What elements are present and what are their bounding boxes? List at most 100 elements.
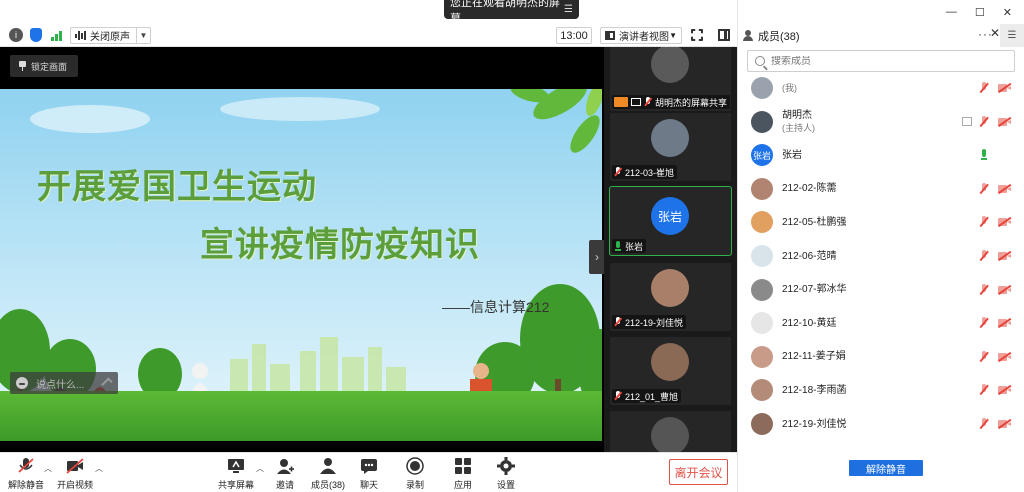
camera-off-icon[interactable] bbox=[997, 284, 1012, 295]
invite-button[interactable]: 邀请 bbox=[276, 457, 294, 491]
minimize-icon[interactable]: — bbox=[946, 6, 957, 19]
member-name: 张岩 bbox=[782, 149, 802, 161]
info-icon[interactable]: i bbox=[9, 28, 23, 42]
thumbnail-screen-share[interactable]: 胡明杰的屏幕共享 bbox=[610, 47, 731, 111]
maximize-icon[interactable]: ☐ bbox=[975, 6, 985, 19]
mic-muted-icon[interactable] bbox=[979, 317, 989, 329]
fullscreen-icon[interactable] bbox=[691, 29, 703, 41]
member-row[interactable]: 212-18-李雨菡 bbox=[738, 373, 1024, 407]
lock-view-label: 锁定画面 bbox=[31, 61, 68, 72]
mic-muted-icon[interactable] bbox=[979, 115, 989, 128]
slash-mark bbox=[997, 418, 1012, 429]
member-info: 212-05-杜鹏强 bbox=[782, 216, 846, 229]
slide-title-line-2: 宣讲疫情防疫知识 bbox=[200, 225, 480, 265]
mic-muted-icon[interactable] bbox=[979, 82, 989, 94]
pin-icon bbox=[18, 61, 27, 71]
viewing-banner[interactable]: 您正在观看胡明杰的屏幕 ☰ bbox=[444, 0, 579, 25]
close-panel-icon[interactable]: ✕ bbox=[990, 26, 1000, 40]
member-row[interactable]: 212-07-郭冰华 bbox=[738, 273, 1024, 307]
signal-icon[interactable] bbox=[51, 29, 62, 41]
start-video-label: 开启视频 bbox=[57, 480, 94, 490]
mic-muted-icon[interactable] bbox=[979, 384, 989, 396]
avatar bbox=[751, 379, 773, 402]
camera-off-icon[interactable] bbox=[997, 183, 1012, 194]
camera-off-icon[interactable] bbox=[997, 82, 1012, 93]
mic-muted-icon[interactable] bbox=[979, 216, 989, 228]
panel-menu-icon[interactable]: ☰ bbox=[1000, 24, 1024, 47]
members-button[interactable]: 成员(38) bbox=[311, 457, 345, 491]
thumbnail-participant[interactable] bbox=[610, 411, 731, 452]
camera-off-icon[interactable] bbox=[997, 418, 1012, 429]
avatar bbox=[651, 417, 689, 452]
thumbnail-participant[interactable]: 212-03-崔旭 bbox=[610, 113, 731, 181]
leave-meeting-button[interactable]: 离开会议 bbox=[669, 459, 728, 485]
camera-off-icon[interactable] bbox=[997, 217, 1012, 228]
original-sound-button[interactable]: 关闭原声 ▼ bbox=[70, 27, 151, 44]
thumbnail-name-bar: 212-19-刘佳悦 bbox=[612, 315, 687, 329]
menu-icon[interactable]: ☰ bbox=[564, 4, 573, 15]
window-controls: — ☐ ✕ bbox=[946, 6, 1012, 19]
meeting-area: 您正在观看胡明杰的屏幕 ☰ i 关闭原声 ▼ 13:00 演讲者视图 ▼ 锁定画… bbox=[0, 0, 737, 492]
avatar bbox=[651, 343, 689, 381]
member-row[interactable]: 212-06-范晴 bbox=[738, 239, 1024, 273]
member-row[interactable]: (我) bbox=[738, 71, 1024, 105]
thumbnail-participant[interactable]: 212_01_曹旭 bbox=[610, 337, 731, 405]
camera-off-icon[interactable] bbox=[997, 116, 1012, 127]
chevron-up-icon[interactable]: ︿ bbox=[44, 463, 52, 474]
shield-icon[interactable] bbox=[30, 28, 42, 42]
member-search[interactable] bbox=[747, 50, 1015, 72]
slide-title-line-1: 开展爱国卫生运动 bbox=[37, 167, 317, 207]
mic-muted-icon[interactable] bbox=[979, 418, 989, 430]
chevron-down-icon[interactable]: ▼ bbox=[136, 28, 150, 43]
camera-off-icon[interactable] bbox=[997, 318, 1012, 328]
avatar: 张岩 bbox=[651, 197, 689, 235]
camera-off-icon[interactable] bbox=[997, 351, 1012, 362]
settings-button[interactable]: 设置 bbox=[497, 457, 515, 491]
mic-on-icon[interactable] bbox=[979, 149, 989, 161]
apps-button[interactable]: 应用 bbox=[454, 457, 472, 491]
member-row[interactable]: 张岩 张岩 bbox=[738, 138, 1024, 172]
unmute-button[interactable]: 解除静音 bbox=[8, 457, 44, 491]
top-toolbar: i 关闭原声 ▼ 13:00 演讲者视图 ▼ bbox=[0, 24, 737, 47]
thumbnail-participant[interactable]: 212-19-刘佳悦 bbox=[610, 263, 731, 331]
record-icon bbox=[406, 457, 424, 475]
chevron-up-icon[interactable] bbox=[101, 377, 113, 389]
mic-muted-icon bbox=[614, 167, 622, 177]
camera-off-icon[interactable] bbox=[997, 385, 1012, 396]
lock-view-button[interactable]: 锁定画面 bbox=[10, 55, 78, 77]
member-row[interactable]: 胡明杰 (主持人) bbox=[738, 105, 1024, 139]
mic-muted-icon[interactable] bbox=[979, 250, 989, 262]
title-bar: 您正在观看胡明杰的屏幕 ☰ bbox=[0, 0, 737, 25]
member-name: 212-10-黄廷 bbox=[782, 317, 837, 329]
emoji-icon[interactable] bbox=[16, 377, 28, 389]
share-screen-button[interactable]: 共享屏幕 bbox=[218, 457, 254, 491]
member-row[interactable]: 212-05-杜鹏强 bbox=[738, 205, 1024, 239]
mic-muted-icon[interactable] bbox=[979, 283, 989, 296]
member-row[interactable]: 212-19-刘佳悦 bbox=[738, 407, 1024, 441]
chat-button[interactable]: 聊天 bbox=[360, 457, 378, 491]
mic-muted-icon[interactable] bbox=[979, 182, 989, 195]
start-video-button[interactable]: 开启视频 bbox=[57, 457, 93, 491]
chevron-up-icon[interactable]: ︿ bbox=[95, 463, 103, 474]
thumbnail-participant-speaking[interactable]: 张岩 张岩 bbox=[609, 186, 732, 256]
close-icon[interactable]: ✕ bbox=[1003, 6, 1012, 19]
unmute-all-button[interactable]: 解除静音 bbox=[849, 460, 923, 476]
mic-muted-icon[interactable] bbox=[979, 350, 989, 363]
unmute-label: 解除静音 bbox=[8, 480, 45, 490]
collapse-strip-handle[interactable]: › bbox=[589, 240, 605, 274]
record-button[interactable]: 录制 bbox=[406, 457, 424, 491]
member-row[interactable]: 212-11-姜子娟 bbox=[738, 340, 1024, 374]
member-row[interactable]: 212-10-黄廷 bbox=[738, 306, 1024, 340]
mic-muted-icon bbox=[644, 97, 652, 107]
sidebar-toggle-icon[interactable] bbox=[718, 29, 730, 41]
member-row[interactable]: 212-02-陈薷 bbox=[738, 172, 1024, 206]
thumbnail-name: 胡明杰的屏幕共享 bbox=[655, 97, 728, 108]
view-mode-button[interactable]: 演讲者视图 ▼ bbox=[600, 27, 682, 44]
camera-off-icon[interactable] bbox=[997, 250, 1012, 261]
monitor-icon bbox=[631, 98, 641, 106]
member-search-input[interactable] bbox=[771, 55, 1001, 67]
chevron-up-icon[interactable]: ︿ bbox=[256, 463, 264, 474]
avatar bbox=[751, 77, 773, 99]
thumbnail-name: 张岩 bbox=[625, 241, 644, 252]
quick-chat-box[interactable]: 说点什么... bbox=[10, 372, 118, 394]
